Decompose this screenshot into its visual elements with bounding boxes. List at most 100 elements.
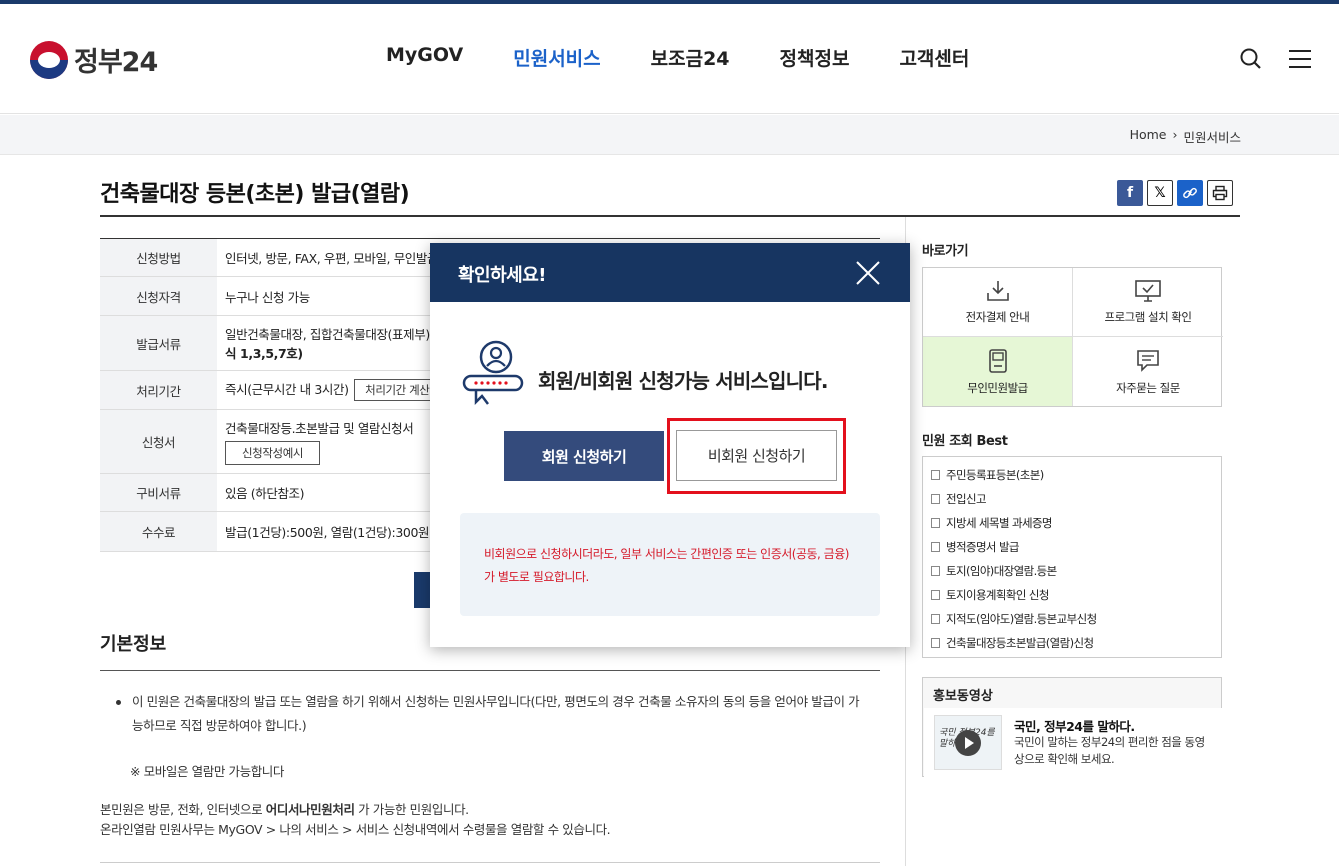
- document-icon: [931, 494, 940, 504]
- quick-links-grid: 전자결제 안내 프로그램 설치 확인 무인민원발급 자주묻는 질문: [922, 267, 1223, 407]
- breadcrumb-home[interactable]: Home: [1130, 127, 1167, 146]
- monitor-check-icon: [1135, 280, 1161, 302]
- nav-civil-service[interactable]: 민원서비스: [513, 44, 600, 71]
- section-divider: [100, 670, 880, 671]
- x-share-icon[interactable]: 𝕏: [1147, 180, 1173, 206]
- best-list-item[interactable]: 주민등록표등본(초본): [931, 463, 1221, 487]
- row-label: 수수료: [100, 511, 217, 552]
- document-icon: [931, 518, 940, 528]
- breadcrumb-bar: Home › 민원서비스: [0, 115, 1339, 155]
- best-list-item[interactable]: 토지이용계획확인 신청: [931, 583, 1221, 607]
- modal-title: 확인하세요!: [458, 265, 547, 286]
- video-thumbnail[interactable]: 국민 정부24를 말하다: [934, 715, 1002, 770]
- nav-subsidy[interactable]: 보조금24: [651, 44, 730, 71]
- best-list-item[interactable]: 건축물대장등초본발급(열람)신청: [931, 631, 1221, 655]
- row-label: 신청방법: [100, 238, 217, 277]
- row-label: 발급서류: [100, 315, 217, 371]
- best-item-label: 토지(임야)대장열람.등본: [946, 564, 1057, 578]
- breadcrumb: Home › 민원서비스: [1130, 127, 1241, 146]
- download-icon: [986, 281, 1009, 301]
- best-item-label: 전입신고: [946, 492, 987, 506]
- member-apply-button[interactable]: 회원 신청하기: [504, 431, 664, 481]
- taegeuk-logo-icon: [30, 40, 68, 79]
- mobile-note: ※ 모바일은 열람만 가능합니다: [130, 764, 284, 779]
- best-title: 민원 조회 Best: [922, 434, 1008, 449]
- quick-link-label: 자주묻는 질문: [1116, 380, 1180, 395]
- row-label: 구비서류: [100, 473, 217, 512]
- best-item-label: 건축물대장등초본발급(열람)신청: [946, 636, 1094, 650]
- modal-notice: 비회원으로 신청하시더라도, 일부 서비스는 간편인증 또는 인증서(공동, 금…: [460, 513, 880, 616]
- notice-line2: 가 별도로 필요합니다.: [484, 570, 589, 584]
- best-list-item[interactable]: 지적도(임야도)열람.등본교부신청: [931, 607, 1221, 631]
- best-list: 주민등록표등본(초본) 전입신고 지방세 세목별 과세증명 병적증명서 발급 토…: [922, 456, 1222, 658]
- document-icon: [931, 542, 940, 552]
- nav-mygov[interactable]: MyGOV: [386, 44, 463, 71]
- service-desc-bold: 어디서나민원처리: [265, 802, 355, 817]
- quick-link-label: 전자결제 안내: [965, 310, 1030, 324]
- site-header: 정부24 MyGOV 민원서비스 보조금24 정책정보 고객센터: [0, 4, 1339, 114]
- best-item-label: 지적도(임야도)열람.등본교부신청: [946, 612, 1097, 626]
- basic-info-bullet: 이 민원은 건축물대장의 발급 또는 열람을 하기 위해서 신청하는 민원사무입…: [100, 690, 880, 738]
- modal-message: 회원/비회원 신청가능 서비스입니다.: [538, 369, 828, 393]
- quick-link-label: 무인민원발급: [967, 380, 1028, 395]
- user-card-icon: [462, 340, 524, 406]
- page-title: 건축물대장 등본(초본) 발급(열람): [100, 182, 410, 207]
- document-icon: [931, 566, 940, 576]
- service-desc-line2: 온라인열람 민원사무는 MyGOV > 나의 서비스 > 서비스 신청내역에서 …: [100, 822, 611, 837]
- nav-customer-center[interactable]: 고객센터: [899, 44, 969, 71]
- best-list-item[interactable]: 병적증명서 발급: [931, 535, 1221, 559]
- basic-info-title: 기본정보: [100, 634, 167, 655]
- service-desc-pre: 본민원은 방문, 전화, 인터넷으로: [100, 802, 266, 817]
- document-icon: [931, 614, 940, 624]
- promo-video-desc: 국민이 말하는 정부24의 편리한 점을 동영상으로 확인해 보세요.: [1014, 735, 1205, 766]
- title-divider: [100, 215, 1240, 217]
- quick-link-faq[interactable]: 자주묻는 질문: [1073, 337, 1223, 406]
- document-icon: [931, 590, 940, 600]
- print-icon[interactable]: [1207, 180, 1233, 206]
- share-toolbar: f 𝕏: [1117, 180, 1233, 206]
- nav-policy[interactable]: 정책정보: [780, 44, 850, 71]
- best-list-item[interactable]: 지방세 세목별 과세증명: [931, 511, 1221, 535]
- guest-button-highlight: [667, 418, 846, 494]
- main-nav: MyGOV 민원서비스 보조금24 정책정보 고객센터: [386, 44, 1019, 71]
- close-icon[interactable]: [854, 259, 882, 287]
- site-logo[interactable]: 정부24: [30, 40, 158, 79]
- service-desc-post: 가 가능한 민원입니다.: [354, 802, 469, 817]
- processing-time-text: 즉시(근무시간 내 3시간): [225, 382, 349, 397]
- best-list-item[interactable]: 토지(임야)대장열람.등본: [931, 559, 1221, 583]
- apply-button-partial[interactable]: [414, 572, 430, 608]
- document-icon: [931, 638, 940, 648]
- facebook-share-icon[interactable]: f: [1117, 180, 1143, 206]
- breadcrumb-current[interactable]: 민원서비스: [1183, 127, 1241, 146]
- promo-video-box: 홍보동영상 국민 정부24를 말하다 국민, 정부24를 말하다. 국민이 말하…: [922, 677, 1222, 777]
- bottom-divider: [100, 862, 880, 863]
- copy-link-icon[interactable]: [1177, 180, 1203, 206]
- confirm-modal: 확인하세요! 회원/비회원 신청가능 서비스입니다. 회원 신청하기 비회원 신…: [430, 243, 910, 647]
- form-example-button[interactable]: 신청작성예시: [225, 441, 321, 465]
- best-item-label: 병적증명서 발급: [946, 540, 1020, 554]
- document-icon: [931, 470, 940, 480]
- best-item-label: 주민등록표등본(초본): [946, 468, 1044, 482]
- kiosk-icon: [988, 348, 1007, 373]
- hamburger-menu-icon[interactable]: [1287, 46, 1313, 72]
- quick-links-title: 바로가기: [922, 244, 969, 259]
- quick-link-program-check[interactable]: 프로그램 설치 확인: [1073, 268, 1223, 337]
- quick-link-label: 프로그램 설치 확인: [1104, 310, 1192, 324]
- basic-info-body: 이 민원은 건축물대장의 발급 또는 열람을 하기 위해서 신청하는 민원사무입…: [100, 690, 880, 840]
- best-list-item[interactable]: 전입신고: [931, 487, 1221, 511]
- quick-link-kiosk[interactable]: 무인민원발급: [923, 337, 1073, 406]
- row-label: 신청자격: [100, 276, 217, 316]
- search-icon[interactable]: [1238, 46, 1264, 72]
- promo-video-card[interactable]: 국민 정부24를 말하다 국민, 정부24를 말하다. 국민이 말하는 정부24…: [924, 708, 1222, 777]
- promo-title: 홍보동영상: [933, 689, 993, 704]
- logo-text: 정부24: [74, 47, 158, 78]
- row-label: 신청서: [100, 409, 217, 474]
- promo-video-title: 국민, 정부24를 말하다.: [1014, 719, 1135, 734]
- quick-link-epayment[interactable]: 전자결제 안내: [923, 268, 1073, 337]
- service-desc-line1: 본민원은 방문, 전화, 인터넷으로 어디서나민원처리 가 가능한 민원입니다.: [100, 800, 880, 820]
- play-icon[interactable]: [955, 729, 981, 756]
- best-item-label: 지방세 세목별 과세증명: [946, 516, 1053, 530]
- best-item-label: 토지이용계획확인 신청: [946, 588, 1049, 602]
- notice-line1: 비회원으로 신청하시더라도, 일부 서비스는 간편인증 또는 인증서(공동, 금…: [484, 547, 849, 561]
- row-label: 처리기간: [100, 370, 217, 410]
